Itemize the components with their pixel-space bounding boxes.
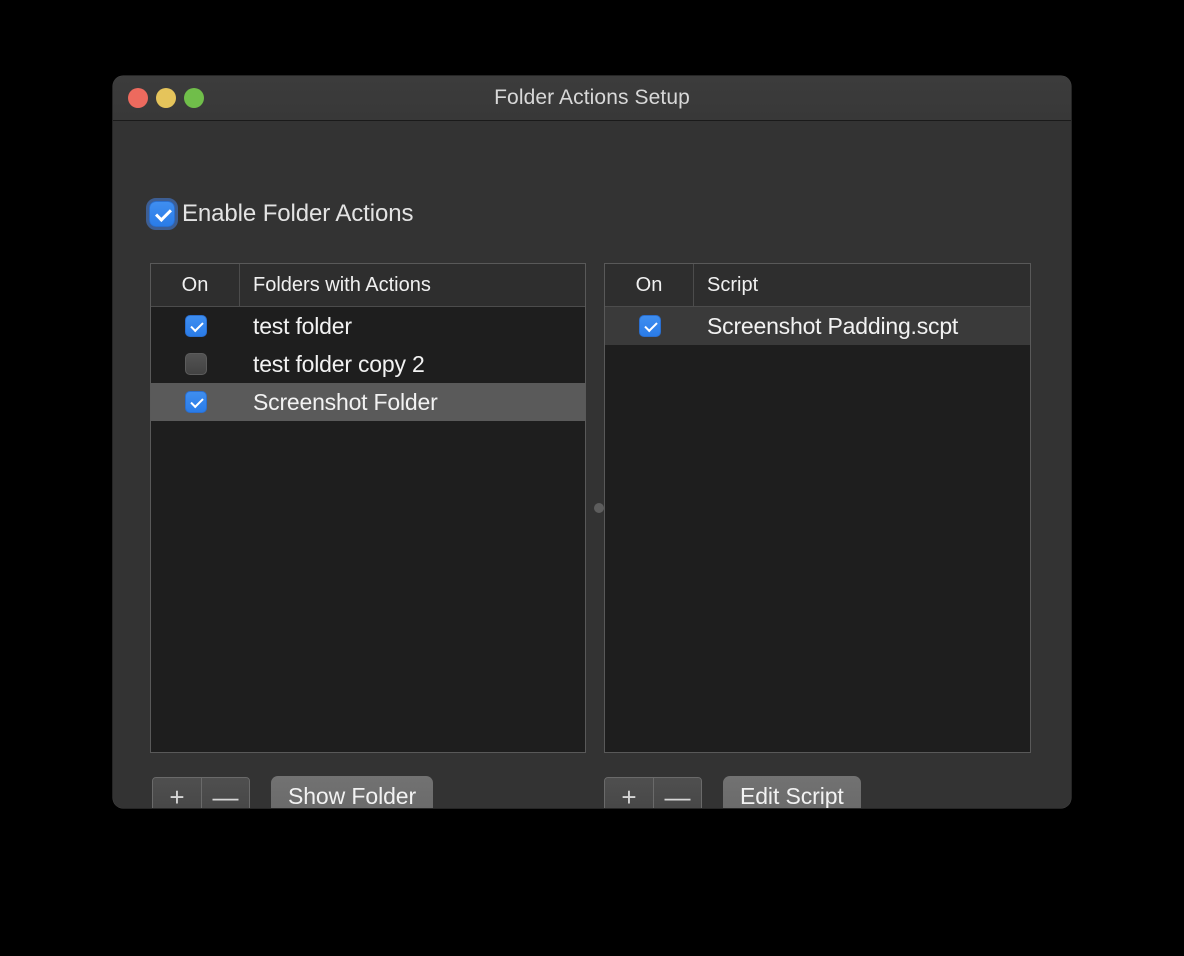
edit-script-button[interactable]: Edit Script xyxy=(723,776,861,808)
folders-add-remove-segmented-control: + — xyxy=(152,777,250,808)
checkmark-icon xyxy=(643,318,658,332)
scripts-table-body: Screenshot Padding.scpt xyxy=(605,307,1030,752)
scripts-table-header: On Script xyxy=(605,264,1030,307)
scripts-toolbar: + — Edit Script xyxy=(604,776,861,808)
folders-table-body: test folder test folder copy 2 Screensho… xyxy=(151,307,585,752)
show-folder-button[interactable]: Show Folder xyxy=(271,776,434,808)
table-row[interactable]: Screenshot Folder xyxy=(151,383,585,421)
table-row[interactable]: Screenshot Padding.scpt xyxy=(605,307,1030,345)
window-titlebar[interactable]: Folder Actions Setup xyxy=(113,76,1071,121)
scripts-column-header-name[interactable]: Script xyxy=(694,264,1030,306)
script-name: Screenshot Padding.scpt xyxy=(707,312,959,339)
folder-name: Screenshot Folder xyxy=(253,388,438,415)
checkmark-icon xyxy=(155,204,172,222)
folders-table: On Folders with Actions test folder test… xyxy=(150,263,586,753)
enable-folder-actions-checkbox[interactable] xyxy=(146,198,178,230)
folder-actions-setup-window: Folder Actions Setup Enable Folder Actio… xyxy=(113,76,1071,808)
remove-folder-button[interactable]: — xyxy=(201,778,249,808)
scripts-column-header-on[interactable]: On xyxy=(605,264,694,306)
window-body: Enable Folder Actions On Folders with Ac… xyxy=(113,121,1071,808)
folders-table-header: On Folders with Actions xyxy=(151,264,585,307)
scripts-table: On Script Screenshot Padding.scpt xyxy=(604,263,1031,753)
folders-column-header-on[interactable]: On xyxy=(151,264,240,306)
checkmark-icon xyxy=(189,394,204,408)
window-title: Folder Actions Setup xyxy=(494,86,690,109)
folder-row-checkbox-cell xyxy=(151,391,240,413)
scripts-add-remove-segmented-control: + — xyxy=(604,777,702,808)
folder-row-checkbox-cell xyxy=(151,315,240,337)
folder-name: test folder xyxy=(253,312,352,339)
table-row[interactable]: test folder copy 2 xyxy=(151,345,585,383)
folders-column-header-name[interactable]: Folders with Actions xyxy=(240,264,585,306)
checkmark-icon xyxy=(189,318,204,332)
enable-folder-actions-label: Enable Folder Actions xyxy=(182,200,414,227)
remove-script-button[interactable]: — xyxy=(653,778,701,808)
folder-enabled-checkbox[interactable] xyxy=(184,315,207,337)
folder-enabled-checkbox[interactable] xyxy=(184,391,207,413)
folder-name: test folder copy 2 xyxy=(253,350,425,377)
add-folder-button[interactable]: + xyxy=(153,778,201,808)
splitter-handle-dot[interactable] xyxy=(594,503,604,513)
folder-row-checkbox-cell xyxy=(151,353,240,375)
panel-splitter[interactable] xyxy=(593,263,604,753)
script-row-checkbox-cell xyxy=(605,315,694,337)
folders-toolbar: + — Show Folder xyxy=(152,776,434,808)
add-script-button[interactable]: + xyxy=(605,778,653,808)
table-row[interactable]: test folder xyxy=(151,307,585,345)
folder-enabled-checkbox[interactable] xyxy=(184,353,207,375)
script-enabled-checkbox[interactable] xyxy=(638,315,661,337)
enable-folder-actions-row[interactable]: Enable Folder Actions xyxy=(146,198,414,230)
